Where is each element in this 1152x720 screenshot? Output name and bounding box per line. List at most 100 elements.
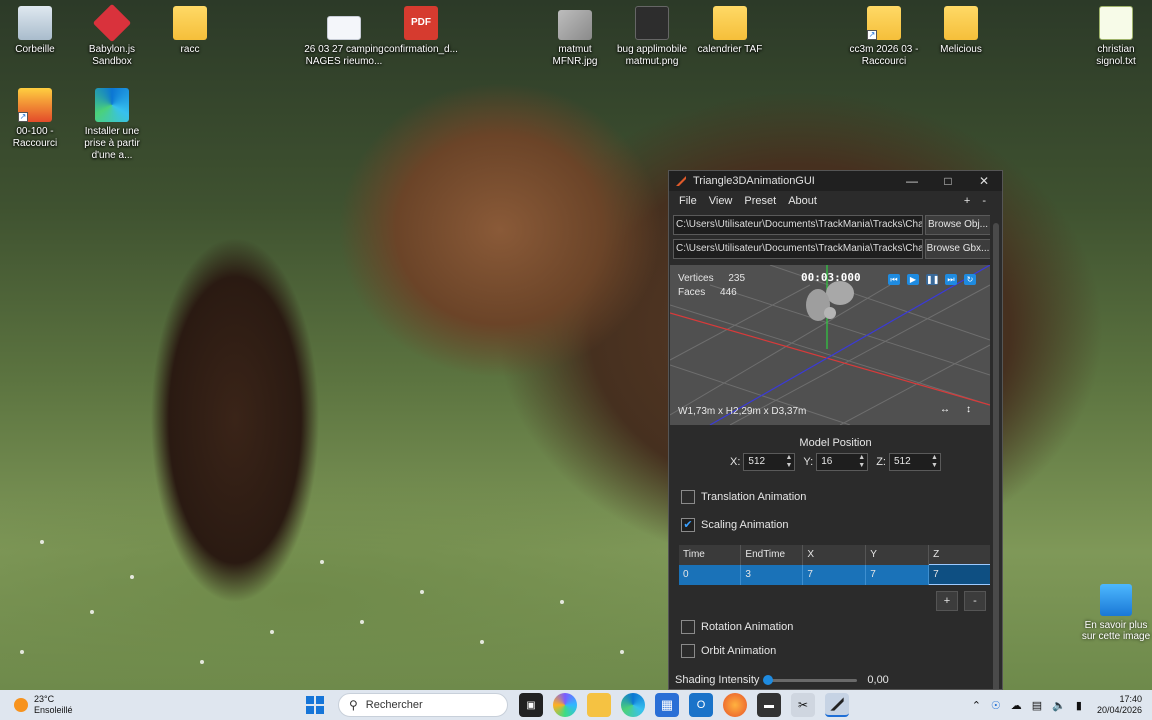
document-icon xyxy=(327,16,361,40)
cell-time[interactable]: 0 xyxy=(679,564,742,585)
translation-checkbox[interactable] xyxy=(681,490,695,504)
orbit-label: Orbit Animation xyxy=(701,645,777,657)
edge-icon[interactable] xyxy=(621,693,645,717)
pos-z-spinner[interactable]: 512 ▲ ▼ xyxy=(888,453,941,471)
rotation-checkbox[interactable] xyxy=(681,620,695,634)
3d-viewport[interactable]: Vertices 235 Faces 446 00:03:000 ⏮ ▶ ❚❚ … xyxy=(670,265,990,425)
desktop-icon-calendrier[interactable]: calendrier TAF xyxy=(691,6,769,56)
battery-icon[interactable]: ▮ xyxy=(1076,699,1082,712)
onedrive-icon[interactable]: ☁ xyxy=(1011,699,1022,712)
column-header-time[interactable]: Time xyxy=(679,545,742,565)
browse-gbx-button[interactable]: Browse Gbx... xyxy=(925,239,991,259)
skip-forward-icon[interactable]: ⏭ xyxy=(945,274,957,285)
folder-icon: ↗ xyxy=(867,6,901,40)
desktop-icon-melicious[interactable]: Melicious xyxy=(922,6,1000,56)
rotation-animation-row[interactable]: Rotation Animation xyxy=(675,615,996,639)
desktop-icon-camping-doc[interactable]: 26 03 27 camping NAGES rieumo... xyxy=(304,16,384,68)
gbx-path-field[interactable]: C:\Users\Utilisateur\Documents\TrackMani… xyxy=(673,239,923,259)
desktop-icon-christian-txt[interactable]: christian signol.txt xyxy=(1077,6,1152,68)
cell-x[interactable]: 7 xyxy=(802,564,867,585)
menu-minus-button[interactable]: - xyxy=(976,195,992,207)
pos-x-spinner[interactable]: 512 ▲ ▼ xyxy=(743,453,796,471)
menu-view[interactable]: View xyxy=(703,195,739,207)
table-row[interactable]: 0 3 7 7 7 xyxy=(679,564,991,585)
minimize-icon[interactable]: — xyxy=(894,171,930,191)
flower xyxy=(90,610,94,614)
weather-desc: Ensoleillé xyxy=(34,705,73,715)
column-header-z[interactable]: Z xyxy=(928,545,991,565)
model-dimensions: W1,73m x H2,29m x D3,37m xyxy=(678,406,807,417)
menu-about[interactable]: About xyxy=(782,195,823,207)
flower xyxy=(360,620,364,624)
snipping-tool-icon[interactable]: ✂ xyxy=(791,693,815,717)
menu-plus-button[interactable]: + xyxy=(958,195,976,207)
column-header-endtime[interactable]: EndTime xyxy=(740,545,804,565)
pan-horizontal-icon[interactable]: ↔ xyxy=(940,404,950,415)
chevron-up-icon[interactable]: ⌃ xyxy=(972,699,981,712)
shading-slider[interactable] xyxy=(763,673,858,687)
terminal-icon[interactable]: ▬ xyxy=(757,693,781,717)
loop-icon[interactable]: ↻ xyxy=(964,274,976,285)
learn-more-image[interactable]: En savoir plus sur cette image xyxy=(1080,584,1152,642)
play-icon[interactable]: ▶ xyxy=(907,274,919,285)
start-button[interactable] xyxy=(303,693,327,717)
desktop-icon-label: calendrier TAF xyxy=(697,44,763,55)
desktop-icon-babylon[interactable]: Babylon.js Sandbox xyxy=(73,3,151,68)
spinner-arrows-icon[interactable]: ▲ ▼ xyxy=(785,454,792,470)
obj-path-field[interactable]: C:\Users\Utilisateur\Documents\TrackMani… xyxy=(673,215,923,235)
menu-preset[interactable]: Preset xyxy=(738,195,782,207)
clock[interactable]: 17:40 20/04/2026 xyxy=(1097,694,1142,716)
desktop-icon-racc[interactable]: racc xyxy=(151,6,229,56)
maximize-icon[interactable]: □ xyxy=(930,171,966,191)
pan-vertical-icon[interactable]: ↕ xyxy=(966,404,971,415)
desktop-icon-confirmation-pdf[interactable]: PDF confirmation_d... xyxy=(382,6,460,56)
spinner-arrows-icon[interactable]: ▲ ▼ xyxy=(931,454,938,470)
spinner-arrows-icon[interactable]: ▲ ▼ xyxy=(858,454,865,470)
remove-keyframe-button[interactable]: - xyxy=(964,591,986,611)
scaling-animation-row[interactable]: ✔ Scaling Animation xyxy=(675,513,996,537)
desktop-icon-bug-png[interactable]: bug applimobile matmut.png xyxy=(613,6,691,68)
column-header-x[interactable]: X xyxy=(802,545,867,565)
network-icon[interactable]: ▤ xyxy=(1032,699,1042,712)
pos-z-label: Z: xyxy=(876,456,886,468)
menu-file[interactable]: File xyxy=(673,195,703,207)
desktop-icon-edge-shortcut[interactable]: Installer une prise à partir d'une a... xyxy=(73,88,151,162)
file-explorer-icon[interactable] xyxy=(587,693,611,717)
panel-scrollbar[interactable] xyxy=(990,213,1002,689)
model-mesh xyxy=(806,281,854,321)
desktop-icon-matmut-jpg[interactable]: matmut MFNR.jpg xyxy=(536,10,614,68)
firefox-icon[interactable] xyxy=(723,693,747,717)
task-view-icon[interactable]: ▣ xyxy=(519,693,543,717)
pos-y-spinner[interactable]: 16 ▲ ▼ xyxy=(816,453,869,471)
desktop-icon-00-100[interactable]: ↗ 00-100 - Raccourci xyxy=(0,88,74,150)
copilot-icon[interactable] xyxy=(553,693,577,717)
cell-z-editing[interactable]: 7 xyxy=(928,564,991,585)
taskbar-search[interactable]: ⚲ Rechercher xyxy=(338,693,508,717)
outlook-icon[interactable]: O xyxy=(689,693,713,717)
cell-endtime[interactable]: 3 xyxy=(740,564,804,585)
weather-widget[interactable]: 23°C Ensoleillé xyxy=(0,694,160,716)
title-bar[interactable]: Triangle3DAnimationGUI — □ ✕ xyxy=(669,171,1002,191)
folder-icon: ↗ xyxy=(18,88,52,122)
triangle3d-app-taskbar-icon[interactable] xyxy=(825,693,849,717)
scrollbar-thumb[interactable] xyxy=(993,223,999,689)
desktop-icon-label: 26 03 27 camping NAGES rieumo... xyxy=(304,44,384,67)
skip-back-icon[interactable]: ⏮ xyxy=(888,274,900,285)
defender-icon[interactable]: ☉ xyxy=(991,699,1001,712)
desktop-icon-cc3m[interactable]: ↗ cc3m 2026 03 - Raccourci xyxy=(845,6,923,68)
close-icon[interactable]: ✕ xyxy=(966,171,1002,191)
scaling-checkbox[interactable]: ✔ xyxy=(681,518,695,532)
store-icon[interactable]: ▦ xyxy=(655,693,679,717)
orbit-animation-row[interactable]: Orbit Animation xyxy=(675,639,996,663)
menu-bar: File View Preset About + - xyxy=(669,191,1002,211)
translation-animation-row[interactable]: Translation Animation xyxy=(675,485,996,509)
column-header-y[interactable]: Y xyxy=(865,545,930,565)
pause-icon[interactable]: ❚❚ xyxy=(926,274,939,285)
orbit-checkbox[interactable] xyxy=(681,644,695,658)
add-keyframe-button[interactable]: + xyxy=(936,591,958,611)
desktop-icon-recycle-bin[interactable]: Corbeille xyxy=(0,6,74,56)
browse-obj-button[interactable]: Browse Obj... xyxy=(925,215,991,235)
slider-thumb[interactable] xyxy=(763,675,774,685)
volume-icon[interactable]: 🔈 xyxy=(1052,699,1066,712)
cell-y[interactable]: 7 xyxy=(865,564,930,585)
